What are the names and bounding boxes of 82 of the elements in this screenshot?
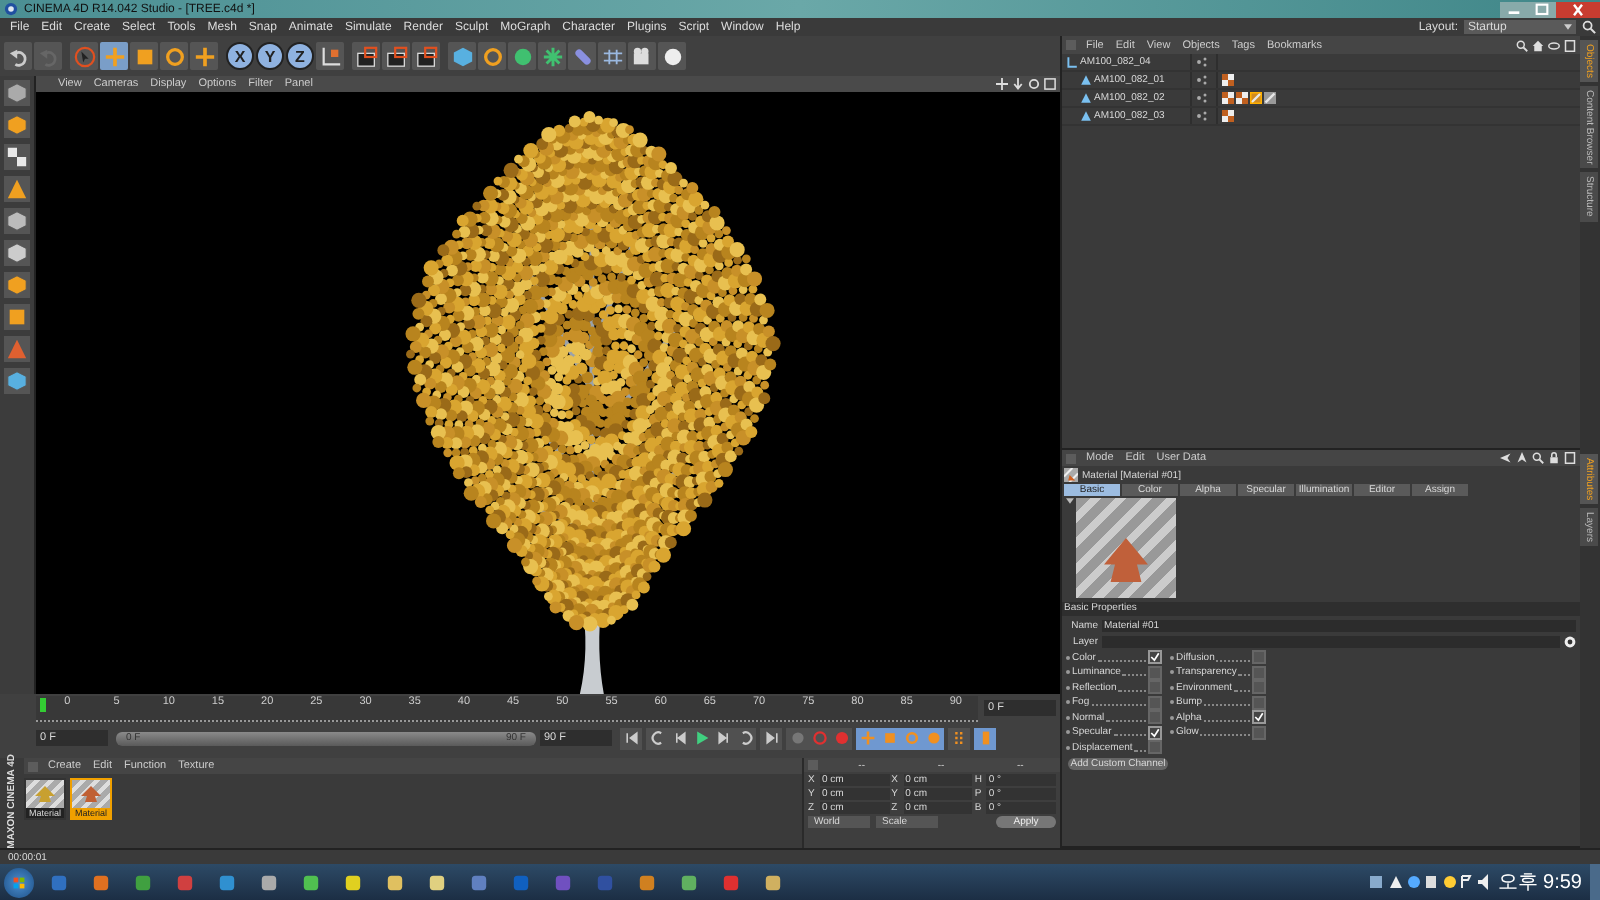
- go-to-start-icon[interactable]: [620, 727, 642, 749]
- dots-grid-icon[interactable]: [948, 727, 970, 749]
- visibility-dots-icon[interactable]: [1196, 74, 1212, 86]
- sphere-icon[interactable]: [508, 42, 536, 70]
- timeline-icon[interactable]: [974, 727, 996, 749]
- up-arrow-icon[interactable]: [1516, 452, 1528, 464]
- panel-grip-icon[interactable]: [808, 760, 818, 770]
- clock: 오후 9:59: [1497, 870, 1582, 896]
- checker-tag-icon[interactable]: [1236, 92, 1248, 104]
- render-region-icon[interactable]: [352, 42, 380, 70]
- back-arrow-icon[interactable]: [1500, 452, 1512, 464]
- checker-icon[interactable]: [4, 144, 30, 170]
- checker-tag-icon[interactable]: [1222, 92, 1234, 104]
- eye-icon[interactable]: [1548, 39, 1560, 51]
- loop-back-icon[interactable]: [646, 727, 668, 749]
- axis-icon: [1066, 56, 1078, 68]
- rotate-view-icon[interactable]: [1028, 78, 1040, 90]
- close-button[interactable]: [1556, 1, 1600, 17]
- keyframe-selection-icon[interactable]: [830, 727, 852, 749]
- star-icon[interactable]: [538, 42, 566, 70]
- caret-icon[interactable]: [1564, 24, 1572, 30]
- grid-icon[interactable]: [598, 42, 626, 70]
- panel-grip-icon[interactable]: [28, 761, 38, 771]
- key-position-icon[interactable]: [856, 727, 878, 749]
- panel-grip-icon[interactable]: [1066, 453, 1076, 463]
- visibility-dots-icon[interactable]: [1196, 110, 1212, 122]
- render-icon[interactable]: [382, 42, 410, 70]
- search-icon[interactable]: [1582, 20, 1596, 34]
- rotate-icon[interactable]: [160, 42, 188, 70]
- collapse-triangle-icon[interactable]: [1066, 498, 1074, 504]
- windows-logo-icon: [10, 873, 28, 891]
- axis-lock-button[interactable]: Z: [286, 42, 314, 70]
- visibility-dots-icon[interactable]: [1196, 56, 1212, 68]
- undo-icon[interactable]: [4, 42, 32, 70]
- key-parameter-icon[interactable]: [922, 727, 944, 749]
- new-window-icon[interactable]: [1564, 39, 1576, 51]
- step-forward-icon[interactable]: [712, 727, 734, 749]
- panel-layout-icon[interactable]: [1044, 78, 1056, 90]
- leaf-icon: [1104, 538, 1148, 582]
- cube-outline-icon[interactable]: [4, 240, 30, 266]
- new-window-icon[interactable]: [1564, 452, 1576, 464]
- text-field[interactable]: [1102, 636, 1560, 648]
- tray-icons[interactable]: [1369, 872, 1490, 892]
- play-icon[interactable]: [690, 727, 712, 749]
- material-icon: [1064, 468, 1078, 482]
- autokey-icon[interactable]: [808, 727, 830, 749]
- step-back-icon[interactable]: [668, 727, 690, 749]
- spline-icon[interactable]: [478, 42, 506, 70]
- cube-icon[interactable]: [4, 112, 30, 138]
- cube-icon[interactable]: [4, 368, 30, 394]
- move-view-icon[interactable]: [996, 78, 1008, 90]
- coordinate-system-icon[interactable]: [316, 42, 344, 70]
- maximize-button[interactable]: [1528, 1, 1556, 17]
- cube-outline-icon[interactable]: [4, 208, 30, 234]
- playhead-marker[interactable]: [40, 697, 47, 711]
- app-logo-icon: [4, 2, 18, 16]
- cube-icon[interactable]: [4, 272, 30, 298]
- select-icon[interactable]: [70, 42, 98, 70]
- capsule-icon[interactable]: [568, 42, 596, 70]
- checker-tag-icon[interactable]: [1222, 74, 1234, 86]
- material-tag-icon[interactable]: [1250, 92, 1262, 104]
- cube-outline-icon[interactable]: [4, 80, 30, 106]
- arrow-down-icon[interactable]: [1012, 78, 1024, 90]
- minimize-button[interactable]: [1500, 1, 1528, 17]
- axis-lock-button[interactable]: Y: [256, 42, 284, 70]
- go-to-end-icon[interactable]: [760, 727, 782, 749]
- render-settings-icon[interactable]: [412, 42, 440, 70]
- scale-icon[interactable]: [130, 42, 158, 70]
- start-button[interactable]: [4, 867, 34, 897]
- square-icon[interactable]: [4, 304, 30, 330]
- layer-picker-icon[interactable]: [1564, 636, 1576, 648]
- lock-icon[interactable]: [1548, 452, 1560, 464]
- search-icon[interactable]: [1516, 39, 1528, 51]
- home-icon[interactable]: [1532, 39, 1544, 51]
- visibility-dots-icon[interactable]: [1196, 92, 1212, 104]
- light-bulb-icon[interactable]: [658, 42, 686, 70]
- add-icon[interactable]: [190, 42, 218, 70]
- checker-tag-icon[interactable]: [1222, 110, 1234, 122]
- search-icon[interactable]: [1532, 452, 1544, 464]
- axis-lock-button[interactable]: X: [226, 42, 254, 70]
- loop-forward-icon[interactable]: [734, 727, 756, 749]
- triangle-icon[interactable]: [4, 176, 30, 202]
